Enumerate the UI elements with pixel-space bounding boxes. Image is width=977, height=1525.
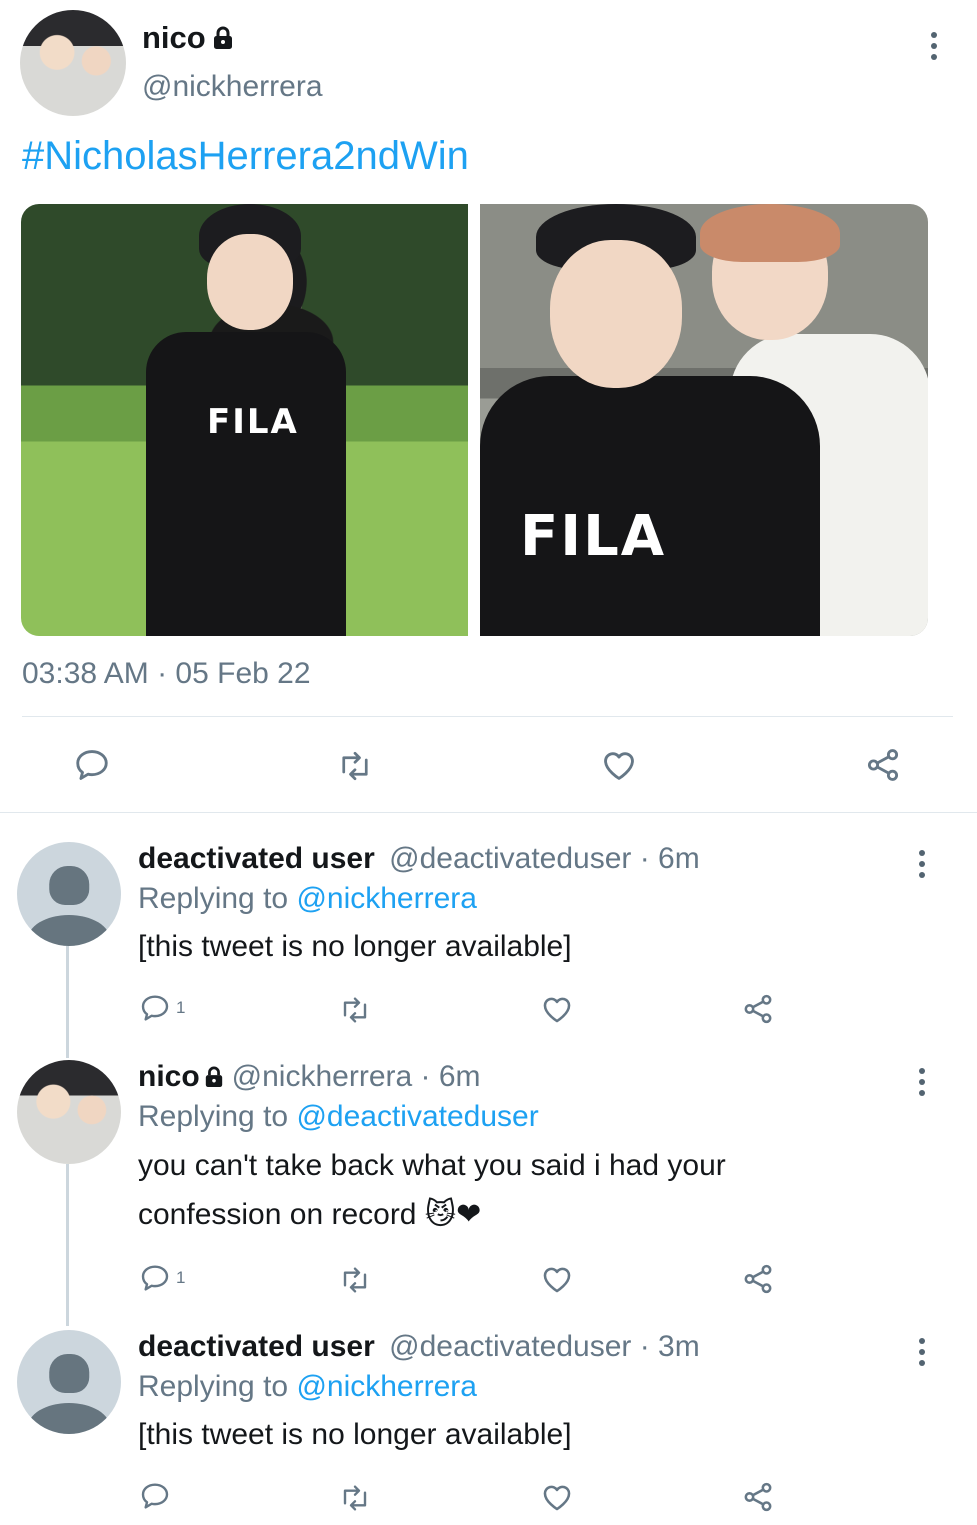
reply2-avatar[interactable] xyxy=(17,1060,121,1164)
reply3-replying-to: Replying to @nickherrera xyxy=(138,1370,477,1403)
thread-line xyxy=(66,1164,69,1326)
reply2-share-button[interactable] xyxy=(740,1262,776,1296)
tweet-photo-1[interactable]: FILA xyxy=(21,204,468,636)
more-icon[interactable] xyxy=(917,1068,927,1096)
reply1-retweet-button[interactable] xyxy=(336,994,374,1026)
reply2-replying-to: Replying to @deactivateduser xyxy=(138,1100,539,1133)
reply2-reply-count: 1 xyxy=(176,1268,186,1287)
thread-line xyxy=(66,946,69,1058)
reply1-reply-count: 1 xyxy=(176,998,186,1017)
reply2-replying-handle[interactable]: @deactivateduser xyxy=(296,1100,538,1133)
share-icon xyxy=(744,1482,772,1512)
hashtag-link[interactable]: #NicholasHerrera2ndWin xyxy=(22,134,469,179)
lock-icon xyxy=(205,1066,222,1087)
reply1-share-button[interactable] xyxy=(740,992,776,1026)
reply3-replying-handle[interactable]: @nickherrera xyxy=(296,1370,477,1403)
author-name-row[interactable]: nico xyxy=(142,20,234,56)
share-icon xyxy=(744,1264,772,1294)
share-icon xyxy=(867,749,899,781)
reply2-like-button[interactable] xyxy=(538,1262,576,1296)
author-handle[interactable]: @nickherrera xyxy=(142,70,323,104)
reply1-body: [this tweet is no longer available] xyxy=(138,930,572,963)
retweet-icon xyxy=(343,1485,367,1511)
retweet-icon xyxy=(342,751,368,781)
reply3-avatar[interactable] xyxy=(17,1330,121,1434)
reply2-header: nico @nickherrera · 6m xyxy=(138,1060,481,1094)
reply3-retweet-button[interactable] xyxy=(336,1482,374,1514)
reply2-body-line2: confession on record 😼❤ xyxy=(138,1198,482,1231)
reply2-body-line1: you can't take back what you said i had … xyxy=(138,1149,726,1182)
reply-icon xyxy=(76,750,108,780)
author-display-name: nico xyxy=(142,20,206,55)
reply1-header: deactivated user @deactivateduser · 6m xyxy=(138,842,700,876)
divider xyxy=(22,716,953,717)
more-icon[interactable] xyxy=(929,32,939,60)
like-icon xyxy=(543,1485,571,1511)
retweet-button[interactable] xyxy=(334,748,376,784)
reply3-header: deactivated user @deactivateduser · 3m xyxy=(138,1330,700,1364)
reply3-display-name[interactable]: deactivated user xyxy=(138,1330,375,1363)
more-icon[interactable] xyxy=(917,1338,927,1366)
reply-icon xyxy=(141,1483,169,1509)
reply1-reply-button[interactable]: 1 xyxy=(138,992,185,1024)
share-button[interactable] xyxy=(862,746,904,784)
reply3-share-button[interactable] xyxy=(740,1480,776,1514)
reply1-avatar[interactable] xyxy=(17,842,121,946)
reply2-retweet-button[interactable] xyxy=(336,1264,374,1296)
reply3-body: [this tweet is no longer available] xyxy=(138,1418,572,1451)
reply3-like-button[interactable] xyxy=(538,1480,576,1514)
section-divider xyxy=(0,812,977,813)
reply1-like-button[interactable] xyxy=(538,992,576,1026)
reply3-reply-button[interactable] xyxy=(138,1480,172,1512)
like-icon xyxy=(543,1267,571,1293)
reply1-replying-to: Replying to @nickherrera xyxy=(138,882,477,915)
photo1-shirt-logo: FILA xyxy=(207,402,299,442)
retweet-icon xyxy=(343,1267,367,1293)
reply1-display-name[interactable]: deactivated user xyxy=(138,842,375,875)
more-icon[interactable] xyxy=(917,850,927,878)
reply-button[interactable] xyxy=(72,746,112,784)
reply1-replying-handle[interactable]: @nickherrera xyxy=(296,882,477,915)
lock-icon xyxy=(213,26,232,49)
share-icon xyxy=(744,994,772,1024)
tweet-photo-2[interactable]: FILA xyxy=(480,204,928,636)
reply1-handle-time: @deactivateduser · 6m xyxy=(389,842,700,875)
reply2-display-name[interactable]: nico xyxy=(138,1060,200,1094)
like-icon xyxy=(543,997,571,1023)
retweet-icon xyxy=(343,997,367,1023)
photo2-shirt-logo: FILA xyxy=(520,504,667,569)
reply3-handle-time: @deactivateduser · 3m xyxy=(389,1330,700,1363)
like-icon xyxy=(604,752,634,780)
reply2-reply-button[interactable]: 1 xyxy=(138,1262,185,1294)
like-button[interactable] xyxy=(598,746,640,784)
author-avatar[interactable] xyxy=(20,10,126,116)
tweet-timestamp: 03:38 AM · 05 Feb 22 xyxy=(22,657,311,690)
reply-icon xyxy=(141,995,169,1021)
reply-icon xyxy=(141,1265,169,1291)
reply2-handle-time: @nickherrera · 6m xyxy=(231,1060,481,1093)
